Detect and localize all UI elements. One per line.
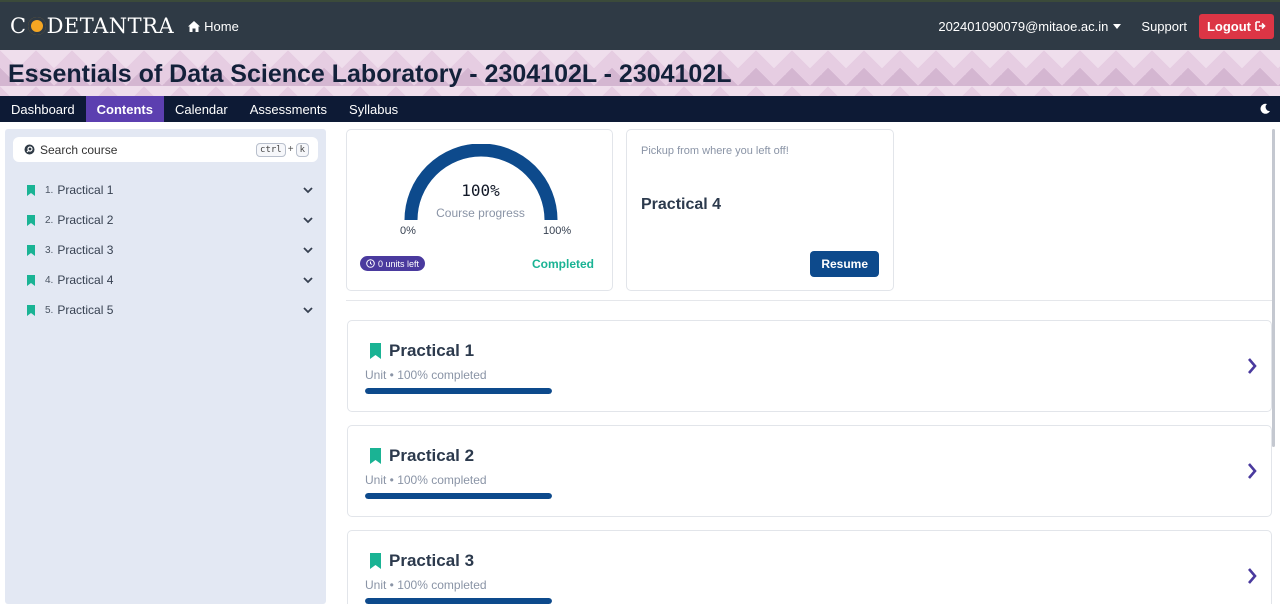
bookmark-icon (27, 184, 35, 196)
bookmark-icon (27, 274, 35, 286)
sidebar-item-number: 2. (45, 214, 54, 226)
sidebar-item-practical-1[interactable]: 1. Practical 1 (25, 180, 313, 200)
shortcut-plus: + (287, 144, 294, 155)
logo-prefix: C (10, 14, 27, 38)
search-icon (24, 144, 35, 155)
resume-unit-title: Practical 4 (641, 196, 722, 213)
bookmark-icon (370, 553, 381, 569)
support-link[interactable]: Support (1141, 19, 1187, 34)
home-link[interactable]: Home (188, 19, 239, 34)
bookmark-icon (27, 244, 35, 256)
course-progress-percent: 100% (461, 181, 500, 200)
units-left-badge: 0 units left (360, 256, 426, 271)
bookmark-icon (27, 214, 35, 226)
codetantra-logo[interactable]: C DETANTRA (10, 14, 174, 38)
clock-icon (366, 259, 375, 268)
course-status: Completed (531, 257, 594, 271)
home-label: Home (204, 18, 239, 34)
sidebar-item-label: Practical 2 (57, 213, 114, 227)
home-icon (188, 20, 201, 32)
gear-logo-icon (27, 17, 46, 35)
user-email: 202401090079@mitaoe.ac.in (938, 18, 1109, 34)
course-tab-nav: Dashboard Contents Calendar Assessments … (0, 96, 1280, 122)
course-banner: Essentials of Data Science Laboratory - … (0, 50, 1280, 96)
main-scrollbar[interactable] (1272, 129, 1275, 447)
unit-progress-fill (365, 493, 552, 499)
course-sidebar: Search course ctrl + k 1. Practical 1 2.… (5, 129, 326, 604)
tab-dashboard[interactable]: Dashboard (0, 96, 86, 122)
chevron-down-icon[interactable] (303, 306, 313, 314)
chevron-right-icon[interactable] (1247, 357, 1257, 375)
unit-progress-fill (365, 388, 552, 394)
search-placeholder: Search course (40, 142, 118, 157)
chevron-down-icon[interactable] (303, 246, 313, 254)
tab-syllabus[interactable]: Syllabus (338, 96, 409, 122)
tab-contents[interactable]: Contents (85, 96, 164, 122)
unit-progress-bar (365, 598, 552, 604)
user-menu[interactable]: 202401090079@mitaoe.ac.in (938, 18, 1122, 34)
bookmark-icon (370, 448, 381, 464)
tab-assessments[interactable]: Assessments (239, 96, 338, 122)
sidebar-item-number: 5. (45, 304, 54, 316)
logo-suffix: DETANTRA (46, 14, 175, 38)
sidebar-item-number: 4. (45, 274, 54, 286)
search-course-input[interactable]: Search course ctrl + k (13, 137, 318, 162)
chevron-down-icon[interactable] (303, 216, 313, 224)
units-left-text: 0 units left (378, 258, 420, 269)
unit-title: Practical 1 (389, 341, 475, 360)
sidebar-item-number: 1. (45, 184, 54, 196)
unit-card-practical-3[interactable]: Practical 3 Unit • 100% completed (347, 530, 1272, 604)
sidebar-item-practical-4[interactable]: 4. Practical 4 (25, 270, 313, 290)
tab-calendar[interactable]: Calendar (164, 96, 239, 122)
logout-icon (1255, 21, 1266, 31)
caret-down-icon (1113, 23, 1122, 29)
unit-card-practical-1[interactable]: Practical 1 Unit • 100% completed (347, 320, 1272, 412)
sidebar-item-practical-3[interactable]: 3. Practical 3 (25, 240, 313, 260)
unit-subtitle: Unit • 100% completed (365, 473, 487, 487)
section-divider (346, 300, 1274, 301)
gauge-min-label: 0% (400, 225, 416, 237)
shortcut-key-k: k (295, 142, 309, 157)
unit-subtitle: Unit • 100% completed (365, 368, 487, 382)
sidebar-item-practical-2[interactable]: 2. Practical 2 (25, 210, 313, 230)
unit-progress-bar (365, 388, 552, 394)
chevron-right-icon[interactable] (1247, 567, 1257, 585)
chevron-right-icon[interactable] (1247, 462, 1257, 480)
resume-card: Pickup from where you left off! Practica… (626, 129, 894, 291)
unit-card-practical-2[interactable]: Practical 2 Unit • 100% completed (347, 425, 1272, 517)
search-shortcut: ctrl + k (256, 142, 309, 157)
course-title: Essentials of Data Science Laboratory - … (8, 60, 732, 88)
course-progress-subtitle: Course progress (436, 206, 525, 220)
moon-icon[interactable] (1259, 103, 1271, 115)
logout-button[interactable]: Logout (1198, 13, 1274, 39)
sidebar-item-label: Practical 4 (57, 273, 114, 287)
pickup-text: Pickup from where you left off! (641, 145, 789, 157)
sidebar-item-label: Practical 1 (57, 183, 114, 197)
sidebar-item-label: Practical 3 (57, 243, 114, 257)
resume-button[interactable]: Resume (810, 251, 879, 277)
chevron-down-icon[interactable] (303, 186, 313, 194)
course-progress-card: 100% Course progress 0% 100% 0 units lef… (346, 129, 613, 291)
unit-title: Practical 3 (389, 551, 475, 570)
bookmark-icon (27, 304, 35, 316)
chevron-down-icon[interactable] (303, 276, 313, 284)
logout-label: Logout (1206, 18, 1251, 34)
top-navbar: C DETANTRA Home 202401090079@mitaoe.ac.i… (0, 0, 1280, 50)
gauge-max-label: 100% (543, 225, 572, 237)
unit-progress-bar (365, 493, 552, 499)
bookmark-icon (370, 343, 381, 359)
unit-subtitle: Unit • 100% completed (365, 578, 487, 592)
sidebar-item-number: 3. (45, 244, 54, 256)
unit-title: Practical 2 (389, 446, 475, 465)
shortcut-key-ctrl: ctrl (256, 142, 286, 157)
unit-progress-fill (365, 598, 552, 604)
sidebar-item-practical-5[interactable]: 5. Practical 5 (25, 300, 313, 320)
sidebar-item-label: Practical 5 (57, 303, 114, 317)
